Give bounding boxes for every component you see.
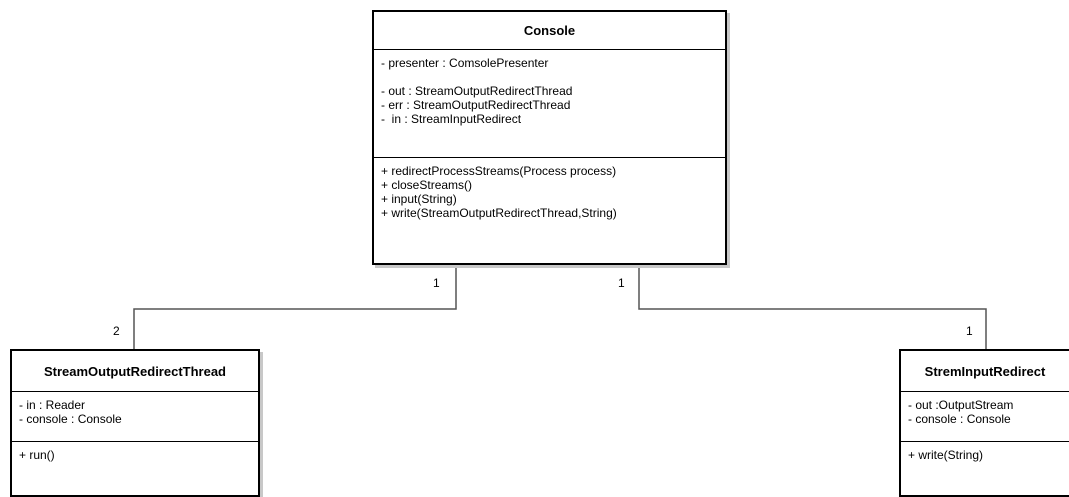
operation-input: + input(String) [381,192,457,206]
operation-close-streams: + closeStreams() [381,178,473,192]
attribute-spacer [381,70,725,84]
attribute-in: - in : Reader [19,398,86,412]
multiplicity-input-redirect-target: 1 [966,324,973,338]
operations-section: + write(String) [901,442,1069,497]
class-strem-input-redirect[interactable]: StremInputRedirect - out :OutputStream -… [899,349,1069,497]
multiplicity-console-input-source: 1 [618,276,625,290]
attribute-in: - in : StreamInputRedirect [381,112,522,126]
attribute-out: - out :OutputStream [908,398,1014,412]
attribute-out: - out : StreamOutputRedirectThread [381,84,573,98]
class-name: Console [374,12,725,50]
association-console-to-output-thread[interactable] [133,265,457,349]
attribute-presenter: - presenter : ComsolePresenter [381,56,549,70]
operation-run: + run() [19,448,55,462]
attribute-console: - console : Console [19,412,122,426]
class-stream-output-redirect-thread[interactable]: StreamOutputRedirectThread - in : Reader… [10,349,260,497]
association-console-to-input-redirect[interactable] [638,265,987,349]
attributes-section: - presenter : ComsolePresenter - out : S… [374,50,725,158]
attribute-err: - err : StreamOutputRedirectThread [381,98,571,112]
operation-write: + write(StreamOutputRedirectThread,Strin… [381,206,617,220]
operation-write: + write(String) [908,448,984,462]
operations-section: + run() [12,442,258,497]
class-name: StreamOutputRedirectThread [12,351,258,392]
attribute-console: - console : Console [908,412,1011,426]
uml-class-diagram: Console - presenter : ComsolePresenter -… [0,0,1069,497]
attributes-section: - in : Reader - console : Console [12,392,258,442]
attributes-section: - out :OutputStream - console : Console [901,392,1069,442]
multiplicity-console-output-source: 1 [433,276,440,290]
operations-section: + redirectProcessStreams(Process process… [374,158,725,263]
operation-redirect-process-streams: + redirectProcessStreams(Process process… [381,164,617,178]
class-console[interactable]: Console - presenter : ComsolePresenter -… [372,10,727,265]
class-name: StremInputRedirect [901,351,1069,392]
multiplicity-output-thread-target: 2 [113,324,120,338]
